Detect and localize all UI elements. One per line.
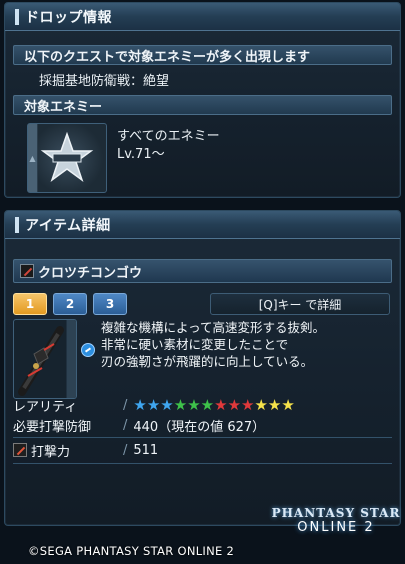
drop-info-panel: ドロップ情報 以下のクエストで対象エネミーが多く出現します 採掘基地防衛戦：絶望…: [4, 2, 401, 198]
rarity-star-icon: ★: [146, 395, 161, 414]
item-name: クロツチコンゴウ: [38, 265, 143, 281]
weapon-thumbnail: [13, 319, 77, 399]
title-accent: [15, 216, 19, 233]
rarity-star-icon: ★: [267, 395, 282, 414]
rarity-star-icon: ★: [200, 395, 215, 414]
description-line: 非常に硬い素材に変更したことで: [101, 337, 289, 352]
rarity-star-icon: ★: [133, 395, 147, 414]
enemy-icon-frame: ▲: [27, 123, 107, 193]
attack-row: 打撃力 / 511: [13, 439, 392, 461]
weapon-side-tab: [66, 320, 76, 398]
pso2-logo: PHANTASY STAR ONLINE 2: [271, 506, 401, 546]
weapon-image-icon: [18, 326, 64, 396]
item-description: 複雑な機構によって高速変形する抜剣。 非常に硬い素材に変更したことで 刃の強靭さ…: [101, 319, 391, 370]
copyright-text: ©SEGA PHANTASY STAR ONLINE 2: [28, 544, 235, 558]
separator: /: [123, 442, 128, 458]
enemy-level: Lv.71〜: [117, 147, 165, 162]
rarity-star-icon: ★: [173, 395, 188, 414]
tab-3[interactable]: 3: [93, 293, 127, 315]
item-detail-title-bar: アイテム詳細: [5, 211, 400, 239]
quest-name: 採掘基地防衛戦：絶望: [39, 74, 170, 89]
description-line: 複雑な機構によって高速変形する抜剣。: [101, 320, 326, 335]
divider: [13, 463, 392, 464]
drop-info-title: ドロップ情報: [25, 9, 112, 26]
potential-badge-icon: [81, 343, 95, 357]
rarity-star-icon: ★: [160, 395, 174, 414]
separator: /: [123, 397, 128, 413]
item-detail-panel: アイテム詳細 クロツチコンゴウ 1 2 3 [Q]キー で詳細 複雑な機構によっ…: [4, 210, 401, 526]
separator: /: [123, 417, 128, 433]
sword-icon: [20, 264, 34, 278]
tab-2[interactable]: 2: [53, 293, 87, 315]
item-name-bar: クロツチコンゴウ: [13, 259, 392, 283]
attack-value: 511: [133, 442, 159, 458]
logo-top-text: PHANTASY STAR: [271, 506, 401, 520]
attack-icon: [13, 443, 27, 457]
attack-label: 打撃力: [31, 444, 71, 460]
drop-info-title-bar: ドロップ情報: [5, 3, 400, 31]
requirement-label: 必要打撃防御: [13, 419, 92, 435]
title-accent: [15, 8, 19, 25]
rarity-star-icon: ★: [227, 395, 242, 414]
rarity-star-icon: ★: [214, 395, 228, 414]
rarity-star-icon: ★: [241, 395, 255, 414]
enemy-header: 対象エネミー: [13, 95, 392, 115]
enemy-name: すべてのエネミー: [117, 129, 220, 144]
quest-header: 以下のクエストで対象エネミーが多く出現します: [13, 45, 392, 65]
requirement-row: 必要打撃防御 / 440（現在の値 627）: [13, 415, 392, 435]
detail-button[interactable]: [Q]キー で詳細: [210, 293, 390, 315]
logo-bottom-text: ONLINE 2: [297, 520, 375, 535]
star-emblem-icon: [40, 131, 94, 182]
item-detail-title: アイテム詳細: [25, 217, 111, 234]
tab-3-label: 3: [105, 297, 115, 311]
rarity-star-icon: ★: [281, 395, 295, 414]
tab-2-label: 2: [65, 297, 75, 311]
requirement-value: 440（現在の値 627）: [133, 419, 266, 435]
enemy-side-tab: ▲: [28, 124, 38, 192]
rarity-stars: ★ ★ ★ ★ ★ ★ ★ ★ ★ ★ ★ ★: [133, 395, 295, 414]
divider: [13, 437, 392, 438]
tab-1-label: 1: [25, 297, 35, 311]
tab-1[interactable]: 1: [13, 293, 47, 315]
rarity-label: レアリティ: [13, 399, 78, 415]
rarity-row: レアリティ / ★ ★ ★ ★ ★ ★ ★ ★ ★ ★ ★ ★: [13, 395, 392, 415]
description-line: 刃の強靭さが飛躍的に向上している。: [101, 354, 314, 369]
rarity-star-icon: ★: [254, 395, 268, 414]
rarity-star-icon: ★: [187, 395, 201, 414]
